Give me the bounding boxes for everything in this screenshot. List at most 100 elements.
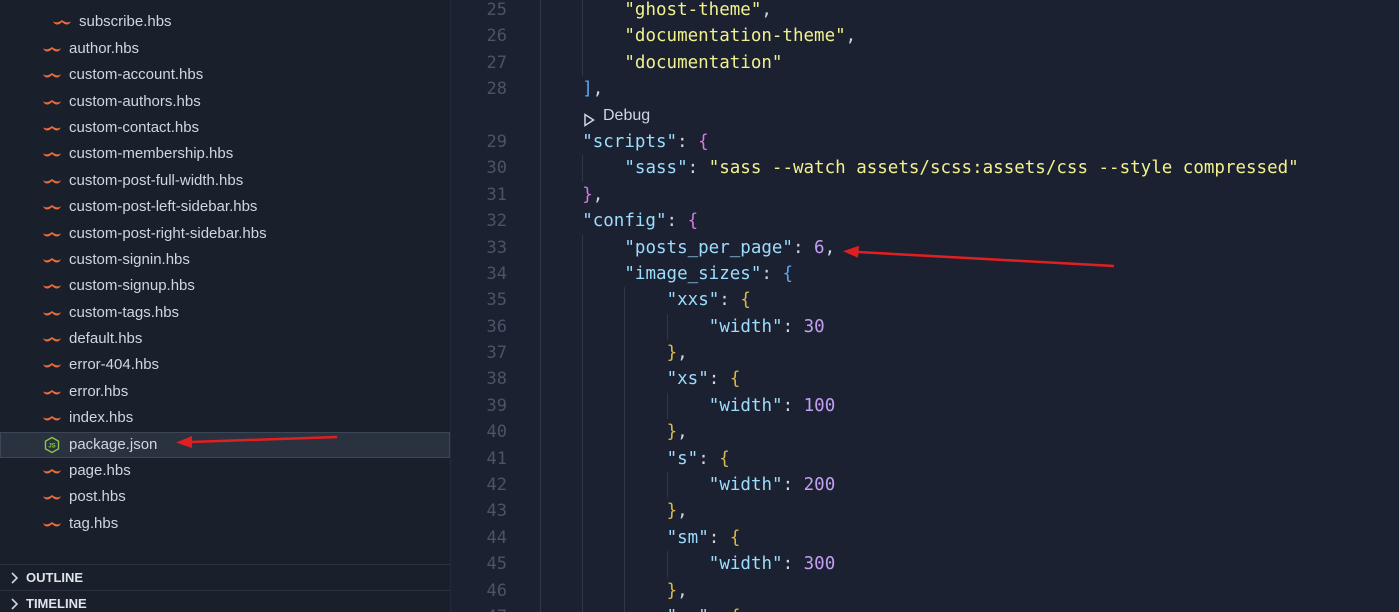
indent-guide [540, 102, 541, 129]
code-line[interactable]: 42 "width": 200 [451, 472, 1399, 499]
file-name: custom-signup.hbs [69, 277, 195, 295]
code-editor[interactable]: 25 "ghost-theme", 26 "documentation-theme",… [451, 0, 1399, 612]
code-token: : [782, 395, 804, 416]
line-number: 46 [486, 580, 507, 601]
file-item[interactable]: page.hbs [0, 458, 450, 484]
file-item[interactable]: JS package.json [0, 431, 450, 459]
line-number: 25 [486, 0, 507, 20]
code-token: : [709, 607, 730, 612]
debug-codelens[interactable]: Debug [451, 102, 1399, 129]
code-token: { [729, 369, 741, 390]
outline-section-header[interactable]: OUTLINE [0, 564, 450, 590]
code-token: , [677, 422, 688, 443]
code-line[interactable]: 35 "xxs": { [451, 287, 1399, 314]
code-token: 100 [803, 395, 836, 416]
code-token: , [761, 0, 772, 20]
indent-guide [582, 260, 584, 288]
code-line[interactable]: 29 "scripts": { [451, 128, 1399, 156]
code-token: "ghost-theme" [624, 0, 762, 20]
indent-guide [582, 603, 584, 612]
line-number: 38 [486, 369, 507, 390]
code-token: "s" [666, 448, 699, 469]
code-line[interactable]: 41 "s": { [451, 445, 1399, 473]
file-item[interactable]: custom-signin.hbs [0, 247, 450, 273]
file-name: custom-signin.hbs [69, 250, 190, 268]
indent-guide [624, 313, 626, 341]
file-item[interactable]: tag.hbs [0, 511, 450, 537]
file-item[interactable]: error.hbs [0, 379, 450, 405]
code-area[interactable]: 25 "ghost-theme", 26 "documentation-theme",… [451, 0, 1399, 612]
file-item[interactable]: custom-tags.hbs [0, 300, 450, 326]
code-token: "width" [708, 316, 783, 337]
file-item[interactable]: subscribe.hbs [0, 9, 450, 35]
indent-guide [666, 551, 668, 578]
line-number: 32 [486, 211, 507, 232]
line-content: "documentation-theme", [624, 23, 856, 49]
file-item[interactable]: custom-account.hbs [0, 62, 450, 88]
file-name: custom-membership.hbs [69, 145, 234, 163]
code-token: { [729, 527, 741, 548]
line-number: 31 [486, 184, 507, 205]
code-token: "documentation-theme" [624, 26, 846, 47]
code-line[interactable]: 44 "sm": { [451, 524, 1399, 552]
code-token: { [730, 607, 741, 612]
code-line[interactable]: 43}, [451, 498, 1399, 525]
file-item[interactable]: error-404.hbs [0, 352, 450, 378]
code-line[interactable]: 47 "mm": { [451, 603, 1399, 612]
line-number: 35 [486, 290, 507, 311]
indent-guide [624, 472, 626, 499]
code-token: : [677, 131, 699, 152]
code-line[interactable]: 46}, [451, 577, 1399, 604]
code-token: "width" [708, 554, 783, 575]
indent-guide [624, 287, 626, 314]
code-token: { [740, 290, 751, 311]
code-line[interactable]: 30 "sass": "sass --watch assets/scss:asse… [451, 155, 1399, 182]
code-line[interactable]: 33 "posts_per_page": 6, [451, 234, 1399, 261]
code-token: "width" [708, 395, 783, 416]
file-item[interactable]: custom-contact.hbs [0, 115, 450, 141]
code-line[interactable]: 25 "ghost-theme", [451, 0, 1399, 24]
code-line[interactable]: 40}, [451, 419, 1399, 446]
file-name: error-404.hbs [69, 356, 160, 374]
line-number: 36 [486, 316, 507, 337]
timeline-section-header[interactable]: TIMELINE [0, 590, 450, 612]
file-item[interactable]: default.hbs [0, 326, 450, 352]
code-token: , [845, 26, 857, 47]
code-token: "image_sizes" [624, 263, 762, 284]
code-line[interactable]: 27 "documentation" [451, 49, 1399, 77]
indent-guide [540, 524, 541, 552]
code-line[interactable]: 32 "config": { [451, 208, 1399, 235]
file-item[interactable]: author.hbs [0, 36, 450, 62]
file-item[interactable]: index.hbs [0, 405, 450, 431]
file-item[interactable]: custom-post-left-sidebar.hbs [0, 194, 450, 220]
code-token: } [666, 422, 678, 443]
line-content: "width": 30 [709, 314, 825, 340]
file-item[interactable]: post.hbs [0, 484, 450, 510]
file-item[interactable]: social-share.hbs [0, 0, 450, 9]
file-item[interactable]: custom-post-right-sidebar.hbs [0, 221, 450, 247]
code-line[interactable]: 31}, [451, 181, 1399, 209]
file-item[interactable]: custom-authors.hbs [0, 89, 450, 115]
file-item[interactable]: custom-membership.hbs [0, 141, 450, 167]
code-line[interactable]: 38 "xs": { [451, 366, 1399, 393]
code-line[interactable]: 34 "image_sizes": { [451, 260, 1399, 288]
indent-guide [540, 603, 541, 612]
line-number: 42 [486, 475, 507, 496]
code-token: "width" [708, 475, 783, 496]
explorer-sidebar: social-share.hbs subscribe.hbs author.hbs c… [0, 0, 451, 612]
code-line[interactable]: 28], [451, 76, 1399, 103]
line-number: 47 [451, 604, 507, 612]
code-line[interactable]: 37}, [451, 340, 1399, 367]
file-name: custom-post-left-sidebar.hbs [69, 198, 258, 216]
file-name: package.json [69, 435, 158, 453]
code-line[interactable]: 45 "width": 300 [451, 551, 1399, 578]
code-line[interactable]: 26 "documentation-theme", [451, 23, 1399, 50]
line-content: "config": { [582, 208, 698, 234]
code-line[interactable]: 39 "width": 100 [451, 392, 1399, 420]
file-item[interactable]: custom-post-full-width.hbs [0, 168, 450, 194]
code-line[interactable]: 36 "width": 30 [451, 313, 1399, 341]
file-item[interactable]: custom-signup.hbs [0, 273, 450, 299]
handlebars-mustache-icon [41, 89, 63, 115]
file-name: index.hbs [69, 409, 134, 427]
file-name: social-share.hbs [79, 0, 188, 9]
